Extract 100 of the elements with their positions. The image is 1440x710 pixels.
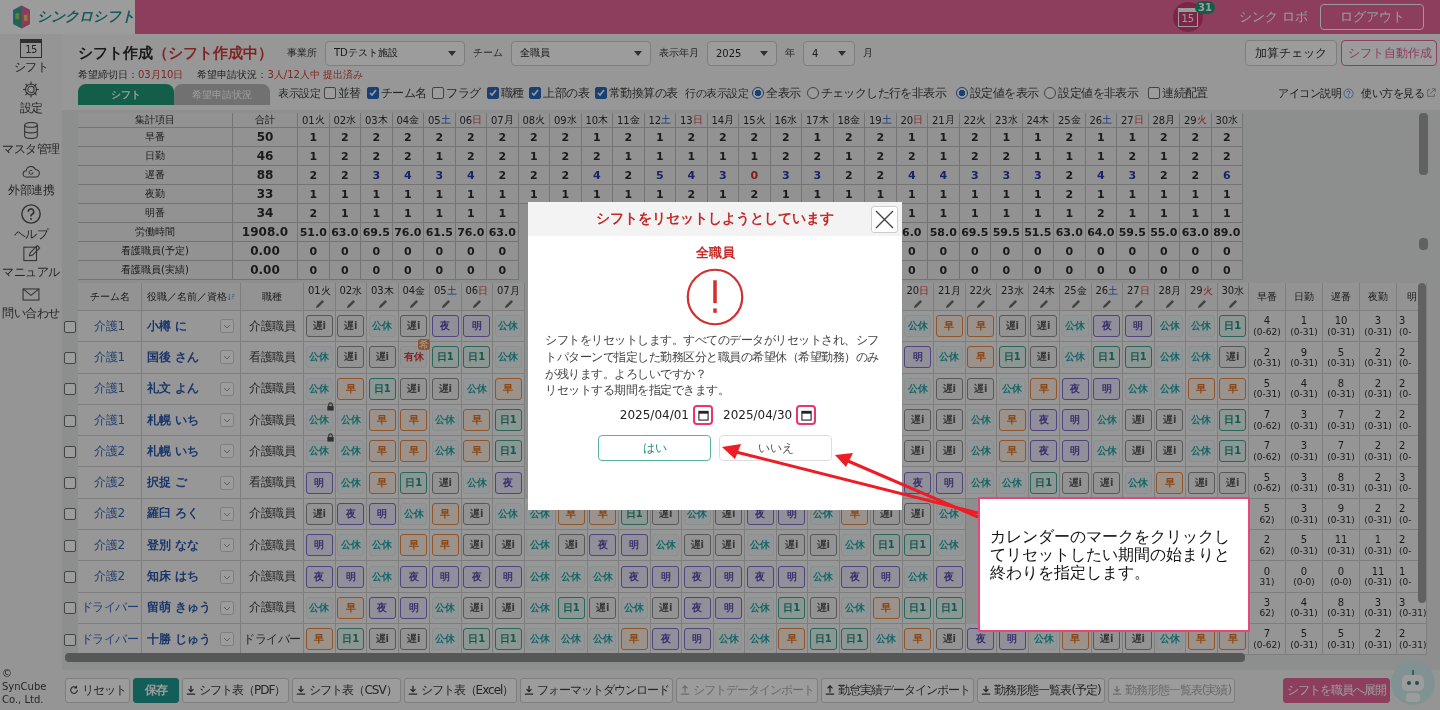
shift-chip[interactable]: 公休	[368, 534, 396, 557]
confirm-button[interactable]: はい	[598, 435, 711, 462]
chevron-icon[interactable]	[220, 538, 234, 553]
shift-chip[interactable]: 公休	[872, 628, 900, 651]
shift-chip[interactable]: 早	[400, 440, 428, 463]
shift-chip[interactable]: 遅i	[400, 628, 428, 651]
shift-chip[interactable]: 公休	[1187, 315, 1215, 338]
shift-chip[interactable]: 公休	[746, 534, 774, 557]
radio-button[interactable]	[1044, 87, 1057, 99]
shift-chip[interactable]: 早	[1219, 377, 1247, 400]
shift-chip[interactable]: 公休	[809, 565, 837, 588]
shift-chip[interactable]: 早	[463, 409, 491, 432]
radio-button[interactable]	[956, 87, 969, 99]
close-button[interactable]	[871, 206, 898, 233]
shift-chip[interactable]: 公休	[589, 628, 617, 651]
row-checkbox[interactable]	[64, 445, 76, 458]
shift-chip[interactable]: 公休	[494, 315, 522, 338]
staff-name[interactable]: 留萌 きゅう	[147, 599, 212, 617]
row-checkbox[interactable]	[64, 602, 76, 615]
shift-chip[interactable]: 日1	[1219, 409, 1247, 432]
chevron-icon[interactable]	[220, 475, 234, 490]
row-checkbox[interactable]	[64, 320, 76, 333]
shift-chip[interactable]: 早	[872, 596, 900, 619]
shift-chip[interactable]: 遅i	[431, 377, 459, 400]
row-checkbox[interactable]	[64, 477, 76, 490]
shift-chip[interactable]: 公休	[305, 440, 333, 463]
chevron-icon[interactable]	[220, 319, 234, 334]
shift-chip[interactable]: 夜	[904, 471, 932, 494]
shift-chip[interactable]: 早	[1156, 471, 1184, 494]
shift-chip[interactable]: 明	[400, 596, 428, 619]
shift-chip[interactable]: 遅i	[935, 628, 963, 651]
shift-chip[interactable]: 早	[431, 534, 459, 557]
shift-chip[interactable]: 早	[620, 628, 648, 651]
shift-chip[interactable]: 明	[463, 315, 491, 338]
shift-chip[interactable]: 遅i	[463, 534, 491, 557]
chevron-icon[interactable]	[220, 350, 234, 365]
shift-chip[interactable]: 公休	[305, 346, 333, 369]
shift-chip[interactable]: 遅i	[1219, 346, 1247, 369]
shift-chip[interactable]: 遅i	[557, 534, 585, 557]
shift-chip[interactable]: 公休	[557, 565, 585, 588]
tab[interactable]: シフト	[78, 84, 174, 105]
staff-name[interactable]: 羅臼 ろく	[147, 505, 200, 523]
shift-chip[interactable]: 遅i	[809, 534, 837, 557]
shift-chip[interactable]: 公休	[1187, 409, 1215, 432]
shift-chip[interactable]: 遅i	[935, 377, 963, 400]
shift-chip[interactable]: 早	[494, 377, 522, 400]
shift-chip[interactable]: 遅i	[652, 596, 680, 619]
shift-chip[interactable]: 明	[935, 471, 963, 494]
action-button[interactable]: 加算チェック	[1245, 40, 1337, 66]
footer-button[interactable]: シフト表（PDF）	[182, 677, 290, 703]
staff-name[interactable]: 小樽 に	[147, 317, 188, 335]
logout-button[interactable]: ログアウト	[1320, 4, 1424, 30]
footer-button[interactable]: シフト表（Excel）	[403, 677, 518, 703]
shift-chip[interactable]: 遅i	[400, 315, 428, 338]
shift-chip[interactable]: 遅i	[904, 440, 932, 463]
shift-chip[interactable]: 公休	[1187, 440, 1215, 463]
shift-chip[interactable]: 日1	[841, 628, 869, 651]
cancel-button[interactable]: いいえ	[719, 435, 832, 462]
shift-chip[interactable]: 公休	[1061, 346, 1089, 369]
shift-chip[interactable]: 遅i	[368, 628, 396, 651]
shift-chip[interactable]: 日1	[1219, 315, 1247, 338]
shift-chip[interactable]: 夜	[683, 596, 711, 619]
shift-chip[interactable]: 早	[305, 628, 333, 651]
shift-chip[interactable]: 公休	[715, 628, 743, 651]
shift-chip[interactable]: 早	[337, 377, 365, 400]
shift-chip[interactable]: 公休	[967, 440, 995, 463]
shift-chip[interactable]: 日1	[998, 346, 1026, 369]
scrollbar[interactable]	[1419, 238, 1428, 250]
nav-item[interactable]: ヘルプ	[0, 201, 62, 242]
checkbox[interactable]	[595, 87, 608, 99]
shift-chip[interactable]: 明	[337, 565, 365, 588]
shift-chip[interactable]: 公休	[746, 596, 774, 619]
shift-chip[interactable]: 夜	[935, 565, 963, 588]
shift-chip[interactable]: 公休	[494, 346, 522, 369]
staff-name[interactable]: 十勝 じゅう	[147, 630, 212, 648]
shift-chip[interactable]: 夜	[652, 628, 680, 651]
shift-chip[interactable]: 日1	[778, 596, 806, 619]
shift-chip[interactable]: 公休	[620, 596, 648, 619]
shift-chip[interactable]: 夜	[1093, 315, 1121, 338]
shift-chip[interactable]: 早	[1030, 377, 1058, 400]
shift-chip[interactable]: 公休	[904, 315, 932, 338]
shift-chip[interactable]: 明	[431, 565, 459, 588]
shift-chip[interactable]: 日1	[463, 346, 491, 369]
shift-chip[interactable]: 早	[400, 534, 428, 557]
shift-chip[interactable]: 夜	[1030, 440, 1058, 463]
shift-chip[interactable]: 明	[872, 565, 900, 588]
shift-chip[interactable]: 公休	[1156, 346, 1184, 369]
chevron-icon[interactable]	[220, 600, 234, 615]
nav-item[interactable]: 問い合わせ	[0, 283, 62, 324]
shift-chip[interactable]: 公休	[1187, 346, 1215, 369]
shift-chip[interactable]: 公休	[935, 346, 963, 369]
shift-chip[interactable]: 日1	[557, 596, 585, 619]
shift-chip[interactable]: 日1	[463, 628, 491, 651]
shift-chip[interactable]: 夜	[431, 315, 459, 338]
shift-chip[interactable]: 公休	[557, 628, 585, 651]
shift-chip[interactable]: 公休	[526, 596, 554, 619]
shift-chip[interactable]: 遅i	[494, 596, 522, 619]
shift-chip[interactable]: 明	[683, 628, 711, 651]
shift-chip[interactable]: 明	[778, 565, 806, 588]
shift-chip[interactable]: 夜	[746, 565, 774, 588]
